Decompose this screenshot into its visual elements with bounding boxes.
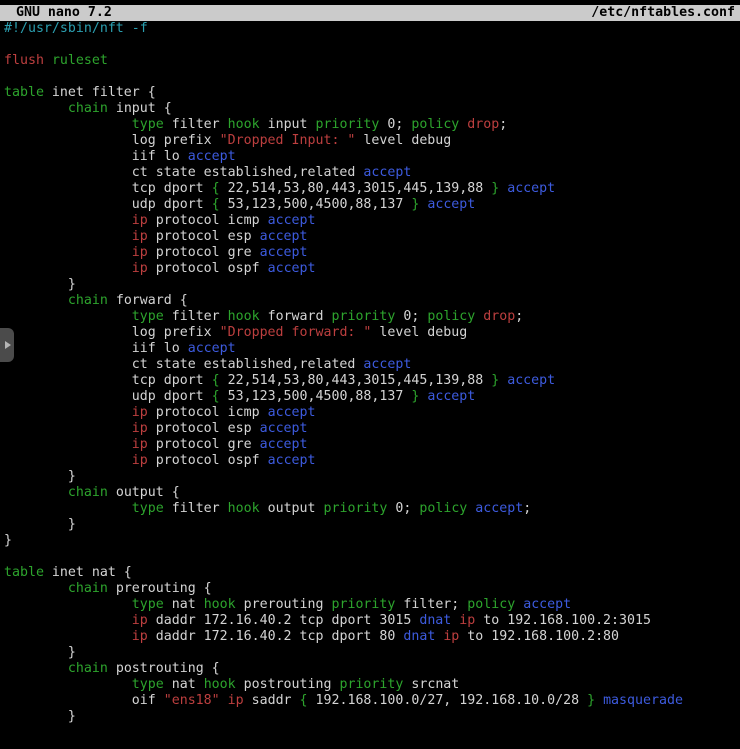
code-line: oif "ens18" ip saddr { 192.168.100.0/27,… [4, 693, 740, 709]
code-line: log prefix "Dropped forward: " level deb… [4, 325, 740, 341]
open-file-path: /etc/nftables.conf [591, 5, 735, 21]
code-line: } [4, 533, 740, 549]
code-line: ct state established,related accept [4, 165, 740, 181]
terminal-screen: GNU nano 7.2 /etc/nftables.conf #!/usr/s… [0, 0, 740, 749]
code-line: ip protocol gre accept [4, 437, 740, 453]
code-line: chain input { [4, 101, 740, 117]
code-line: } [4, 645, 740, 661]
side-panel-toggle[interactable] [0, 328, 14, 362]
code-line: ip daddr 172.16.40.2 tcp dport 3015 dnat… [4, 613, 740, 629]
code-line: tcp dport { 22,514,53,80,443,3015,445,13… [4, 181, 740, 197]
code-line [4, 549, 740, 565]
code-line: type filter hook forward priority 0; pol… [4, 309, 740, 325]
code-line: type filter hook output priority 0; poli… [4, 501, 740, 517]
code-line [4, 69, 740, 85]
code-line: type nat hook prerouting priority filter… [4, 597, 740, 613]
code-line: table inet nat { [4, 565, 740, 581]
code-line: ip protocol icmp accept [4, 213, 740, 229]
code-line: } [4, 469, 740, 485]
code-line: chain postrouting { [4, 661, 740, 677]
code-line: } [4, 517, 740, 533]
code-line: ip protocol ospf accept [4, 261, 740, 277]
code-line [4, 37, 740, 53]
code-line: type nat hook postrouting priority srcna… [4, 677, 740, 693]
code-line: type filter hook input priority 0; polic… [4, 117, 740, 133]
code-line: ip protocol icmp accept [4, 405, 740, 421]
app-version-label: GNU nano 7.2 [0, 5, 112, 21]
code-line: chain forward { [4, 293, 740, 309]
code-line: } [4, 277, 740, 293]
code-line: udp dport { 53,123,500,4500,88,137 } acc… [4, 197, 740, 213]
nano-titlebar: GNU nano 7.2 /etc/nftables.conf [0, 5, 740, 21]
code-line: ip daddr 172.16.40.2 tcp dport 80 dnat i… [4, 629, 740, 645]
code-line: log prefix "Dropped Input: " level debug [4, 133, 740, 149]
code-line: ip protocol gre accept [4, 245, 740, 261]
chevron-right-icon [5, 341, 11, 349]
code-line: ip protocol esp accept [4, 421, 740, 437]
code-line: flush ruleset [4, 53, 740, 69]
code-line: } [4, 709, 740, 725]
code-line: chain prerouting { [4, 581, 740, 597]
code-line: tcp dport { 22,514,53,80,443,3015,445,13… [4, 373, 740, 389]
code-line: chain output { [4, 485, 740, 501]
code-line: ip protocol esp accept [4, 229, 740, 245]
code-line: iif lo accept [4, 341, 740, 357]
code-line: #!/usr/sbin/nft -f [4, 21, 740, 37]
code-line: iif lo accept [4, 149, 740, 165]
code-line: udp dport { 53,123,500,4500,88,137 } acc… [4, 389, 740, 405]
code-line: table inet filter { [4, 85, 740, 101]
code-line: ip protocol ospf accept [4, 453, 740, 469]
code-area[interactable]: #!/usr/sbin/nft -f flush ruleset table ine… [4, 21, 740, 725]
code-line: ct state established,related accept [4, 357, 740, 373]
